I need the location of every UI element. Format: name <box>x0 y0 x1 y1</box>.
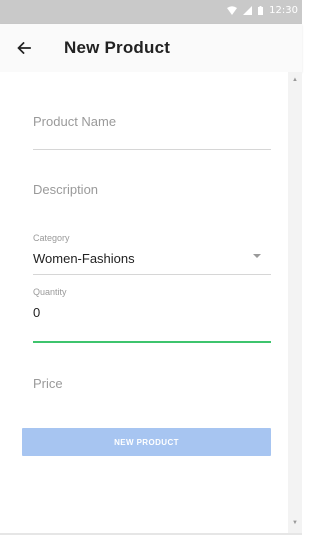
status-time: 12:30 <box>269 5 298 16</box>
quantity-field[interactable]: Quantity 0 <box>33 284 271 346</box>
status-icons: 12:30 <box>227 5 298 16</box>
category-dropdown[interactable]: Category Women-Fashions <box>33 231 271 276</box>
scroll-down-icon[interactable]: ▼ <box>292 520 298 526</box>
category-label: Category <box>33 233 70 243</box>
app-bar: New Product <box>0 24 302 72</box>
back-button[interactable] <box>12 36 36 60</box>
page-title: New Product <box>64 38 171 57</box>
product-name-placeholder: Product Name <box>33 114 117 129</box>
quantity-label: Quantity <box>33 287 67 297</box>
category-underline <box>33 274 271 275</box>
arrow-left-icon <box>17 42 31 54</box>
quantity-value: 0 <box>33 305 41 320</box>
signal-icon <box>243 6 253 15</box>
status-bar: 12:30 <box>0 0 302 24</box>
quantity-focus-underline <box>33 341 271 343</box>
product-name-field[interactable]: Product Name <box>33 108 271 152</box>
product-name-underline <box>33 149 271 150</box>
description-field[interactable]: Description <box>33 176 271 220</box>
scroll-up-icon[interactable]: ▲ <box>292 77 298 83</box>
new-product-button[interactable]: NEW PRODUCT <box>22 428 271 456</box>
battery-icon <box>258 6 264 15</box>
wifi-icon <box>227 6 238 15</box>
dropdown-arrow-icon <box>253 254 261 258</box>
price-placeholder: Price <box>33 376 63 391</box>
category-selected-value: Women-Fashions <box>33 251 135 266</box>
price-field[interactable]: Price <box>33 372 271 402</box>
scrollbar[interactable] <box>288 72 302 535</box>
description-placeholder: Description <box>33 182 99 197</box>
